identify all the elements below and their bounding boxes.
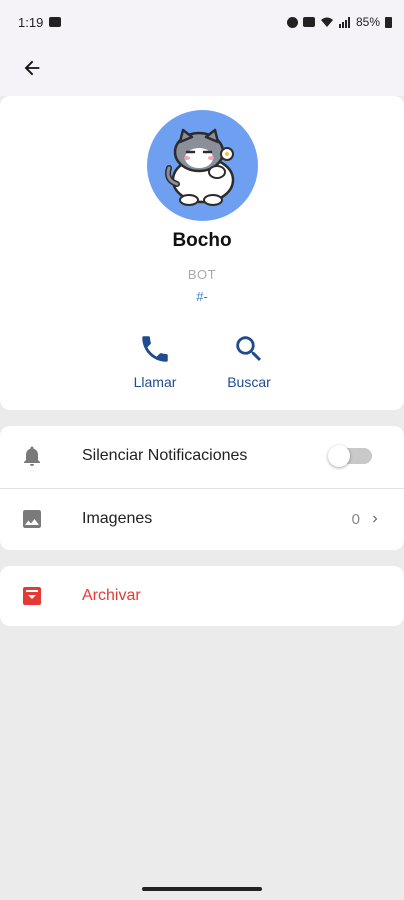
notification-icon [49,17,62,27]
alarm-icon [286,16,298,28]
mute-status-icon [302,17,315,27]
app-bar [0,44,404,96]
contact-name: Bocho [172,230,232,251]
archive-card: Archivar [0,566,404,626]
status-bar: 1:19 85% [0,0,404,44]
image-icon [23,510,41,528]
contact-type-badge: BOT [187,267,217,282]
call-button[interactable]: Llamar [110,332,200,390]
archive-icon [23,587,41,605]
cat-mascot-icon [165,128,235,206]
search-label: Buscar [227,374,271,390]
search-icon [236,336,262,362]
archive-row[interactable]: Archivar [0,566,404,626]
settings-card: Silenciar Notificaciones Imagenes 0 [0,426,404,550]
arrow-back-icon [24,60,40,76]
battery-percent: 85% [355,15,380,29]
wifi-icon [320,17,333,27]
search-button[interactable]: Buscar [204,332,294,390]
chevron-right-icon [373,515,378,523]
toggle-knob [328,445,350,467]
call-label: Llamar [133,374,177,390]
back-button[interactable] [14,50,50,86]
mute-notifications-label: Silenciar Notificaciones [82,447,248,464]
phone-icon [142,336,168,362]
navigation-handle[interactable] [142,887,262,891]
images-row[interactable]: Imagenes 0 [0,489,404,549]
avatar[interactable] [147,110,258,221]
profile-card: Bocho BOT #- Llamar Buscar [0,96,404,410]
images-count: 0 [351,510,360,528]
mute-notifications-toggle[interactable] [328,445,372,467]
signal-icon [338,16,350,28]
archive-label: Archivar [82,587,141,604]
status-left: 1:19 [18,14,62,30]
mute-notifications-row[interactable]: Silenciar Notificaciones [0,426,404,486]
status-time: 1:19 [18,14,44,30]
bell-icon [24,446,40,466]
images-label: Imagenes [82,510,153,527]
battery-icon [385,16,392,28]
contact-tag: #- [196,289,208,304]
status-right: 85% [286,15,392,29]
